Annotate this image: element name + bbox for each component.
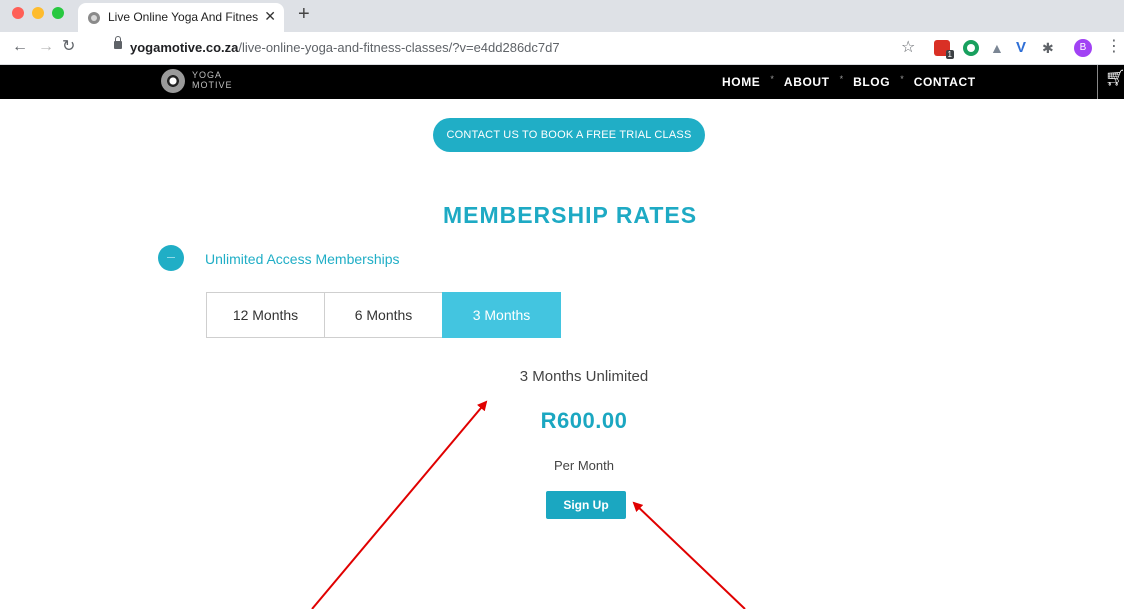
maximize-window-button[interactable] [52,7,64,19]
membership-duration-tabs: 12 Months 6 Months 3 Months [206,292,561,338]
lock-icon[interactable] [114,36,122,49]
calendar-extension-icon[interactable]: 1 [934,40,954,59]
nav-separator: * [900,74,904,84]
url-host: yogamotive.co.za [130,40,239,55]
book-free-trial-button[interactable]: CONTACT US TO BOOK A FREE TRIAL CLASS [433,118,705,152]
browser-toolbar: ← → ↻ yogamotive.co.za/live-online-yoga-… [0,32,1124,65]
main-navigation: HOME * ABOUT * BLOG * CONTACT [722,74,976,89]
tab-6-months[interactable]: 6 Months [324,292,442,338]
nav-contact[interactable]: CONTACT [914,75,976,89]
profile-avatar[interactable]: B [1074,39,1092,57]
address-bar[interactable]: yogamotive.co.za/live-online-yoga-and-fi… [130,40,560,55]
browser-tab[interactable]: Live Online Yoga And Fitness C ✕ [78,3,284,32]
logo-text[interactable]: YOGA MOTIVE [192,70,233,90]
extensions-puzzle-icon[interactable]: ✱ [1042,40,1058,56]
reload-icon[interactable]: ↻ [62,38,75,56]
browser-tab-strip: Live Online Yoga And Fitness C ✕ + [0,0,1124,32]
site-favicon-icon [88,12,100,24]
extension-badge: 1 [945,50,954,59]
url-path: /live-online-yoga-and-fitness-classes/?v… [238,40,560,55]
minimize-window-button[interactable] [32,7,44,19]
nav-home[interactable]: HOME [722,75,760,89]
sign-up-button[interactable]: Sign Up [546,491,626,519]
tab-3-months[interactable]: 3 Months [442,292,561,338]
bookmark-star-icon[interactable]: ☆ [901,40,917,56]
v-extension-icon[interactable]: V [1016,40,1032,56]
shopping-cart-icon: 🛒︎ [1105,70,1124,87]
plan-period: Per Month [554,458,614,473]
close-tab-icon[interactable]: ✕ [264,8,276,24]
nav-separator: * [770,74,774,84]
yoga-motive-logo-icon[interactable] [161,69,185,93]
new-tab-button[interactable]: + [298,3,310,25]
logo-text-line2: MOTIVE [192,80,233,90]
kebab-menu-icon[interactable]: ⋮ [1106,38,1122,56]
nav-separator: * [839,74,844,84]
logo-text-line1: YOGA [192,70,223,80]
forward-arrow-icon[interactable]: → [38,38,54,56]
close-window-button[interactable] [12,7,24,19]
annotation-arrow-right [632,501,746,609]
plan-price: R600.00 [540,408,628,433]
page-title: MEMBERSHIP RATES [442,202,698,228]
grammarly-extension-icon[interactable] [963,40,979,56]
nav-blog[interactable]: BLOG [853,75,890,89]
browser-tab-title: Live Online Yoga And Fitness C [108,10,258,24]
back-arrow-icon[interactable]: ← [12,38,28,56]
cart-button[interactable]: 🛒︎ [1097,65,1124,99]
plan-name: 3 Months Unlimited [519,368,649,385]
site-header: YOGA MOTIVE HOME * ABOUT * BLOG * CONTAC… [0,65,1124,99]
tab-12-months[interactable]: 12 Months [206,292,324,338]
drive-extension-icon[interactable]: ▲ [990,40,1006,56]
nav-about[interactable]: ABOUT [784,75,830,89]
accordion-toggle-minus-icon[interactable] [158,245,184,271]
accordion-title[interactable]: Unlimited Access Memberships [205,251,400,267]
